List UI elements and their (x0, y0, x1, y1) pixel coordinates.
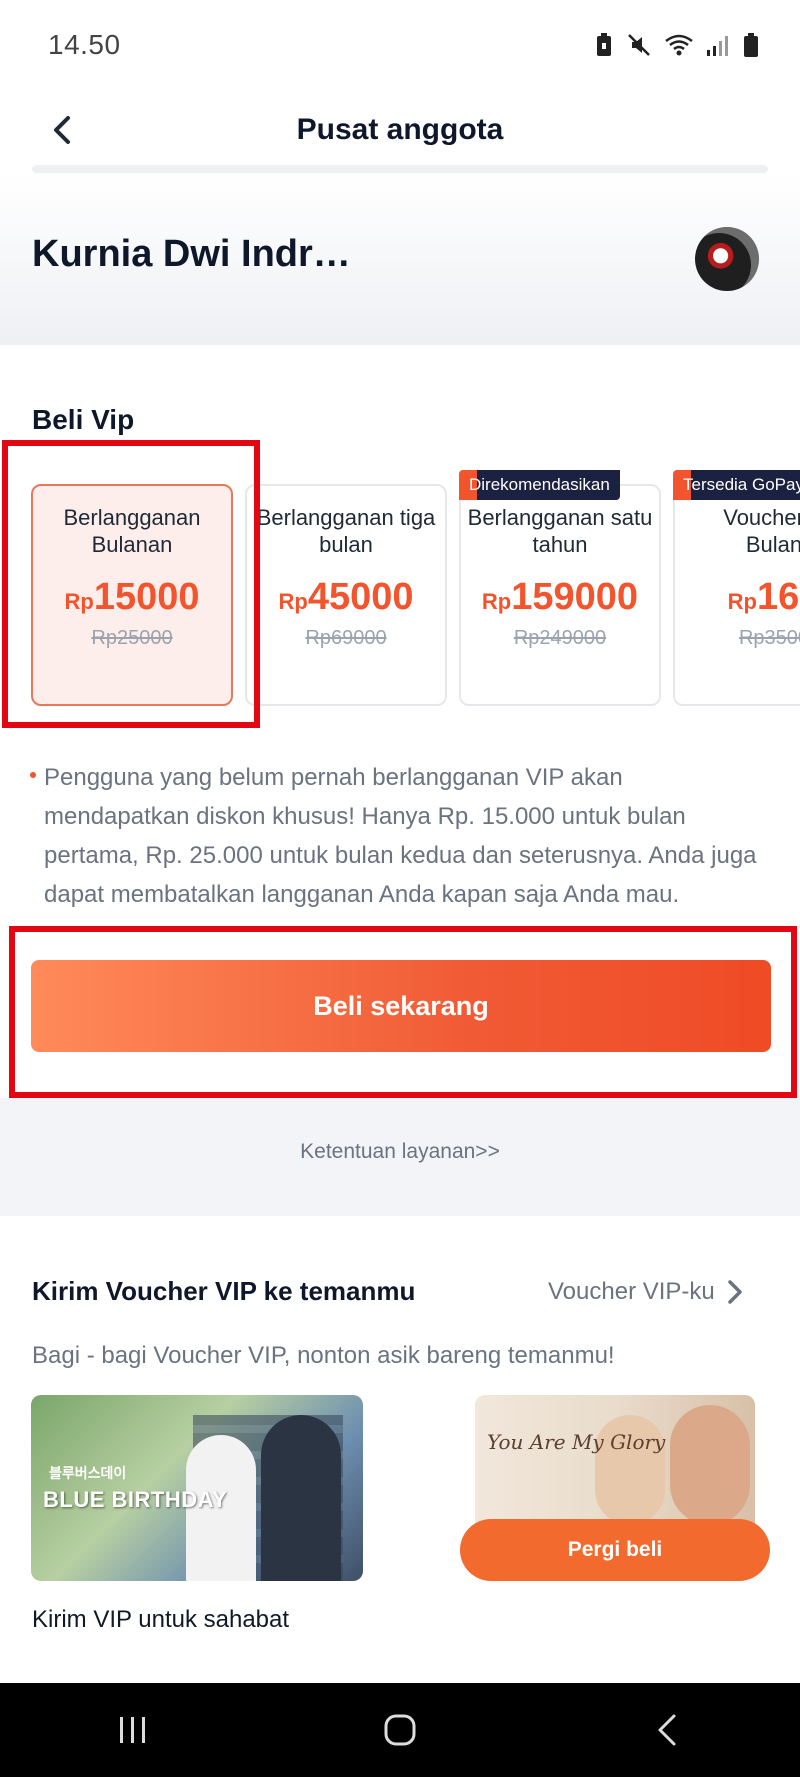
poster-title: You Are My Glory (487, 1430, 666, 1454)
promo-note: Pengguna yang belum pernah berlangganan … (44, 764, 757, 908)
battery-icon (744, 33, 758, 57)
plan-name: Berlangganan Bulanan (63, 505, 201, 557)
plan-price: Rp15000 (33, 576, 231, 619)
voucher-section-title: Kirim Voucher VIP ke temanmu (32, 1276, 416, 1306)
home-button[interactable] (360, 1700, 440, 1760)
back-button[interactable] (40, 108, 84, 152)
plan-price-value: 160 (756, 576, 800, 618)
terms-area: Ketentuan layanan>> (0, 1098, 800, 1216)
plan-card-three-months[interactable]: Berlangganan tiga bulan Rp45000 Rp69000 (245, 484, 447, 706)
gopay-badge: Tersedia GoPay (673, 470, 800, 500)
go-buy-button[interactable]: Pergi beli (460, 1519, 770, 1581)
signal-icon (707, 36, 728, 56)
plan-price: Rp159000 (461, 576, 659, 619)
plan-price: Rp160 (675, 576, 800, 619)
plan-name: Voucher V Bulan (723, 505, 800, 557)
plan-old-price: Rp69000 (305, 627, 387, 649)
status-time: 14.50 (48, 29, 121, 60)
you-are-my-glory-poster[interactable]: You Are My Glory (475, 1395, 755, 1535)
avatar[interactable] (695, 227, 759, 291)
send-vip-label: Kirim VIP untuk sahabat (32, 1606, 290, 1633)
my-voucher-link[interactable]: Voucher VIP-ku (548, 1278, 743, 1306)
plan-price-value: 15000 (93, 576, 200, 618)
voucher-subtitle: Bagi - bagi Voucher VIP, nonton asik bar… (32, 1342, 615, 1369)
status-icons (594, 32, 760, 58)
header-divider (32, 165, 768, 173)
terms-of-service-link[interactable]: Ketentuan layanan>> (0, 1140, 800, 1164)
recent-apps-icon (120, 1717, 146, 1743)
voucher-section: Kirim Voucher VIP ke temanmu Voucher VIP… (0, 1216, 800, 1683)
plan-name: Berlangganan tiga bulan (256, 505, 436, 557)
plan-currency: Rp (64, 589, 94, 614)
back-arrow-icon (658, 1714, 676, 1746)
plan-price-value: 159000 (511, 576, 639, 618)
recent-apps-button[interactable] (93, 1700, 173, 1760)
blue-birthday-poster[interactable]: 블루버스데이 BLUE BIRTHDAY (31, 1395, 363, 1581)
plan-price: Rp45000 (247, 576, 445, 619)
system-back-button[interactable] (627, 1700, 707, 1760)
status-bar: 14.50 (0, 0, 800, 90)
plan-card-voucher[interactable]: Voucher V Bulan Rp160 Rp3500 (673, 484, 800, 706)
poster-title: BLUE BIRTHDAY (43, 1487, 228, 1512)
plan-card-monthly[interactable]: Berlangganan Bulanan Rp15000 Rp25000 (31, 484, 233, 706)
poster-figure-right (261, 1415, 341, 1581)
plan-old-price: Rp3500 (738, 627, 800, 649)
plan-carousel[interactable]: Berlangganan Bulanan Rp15000 Rp25000 Ber… (0, 484, 800, 708)
username: Kurnia Dwi Indr… (32, 233, 351, 275)
poster-figure-right (670, 1405, 750, 1525)
poster-korean-title: 블루버스데이 (49, 1465, 127, 1481)
plan-old-price: Rp249000 (513, 627, 607, 649)
battery-saver-icon (597, 33, 611, 56)
wifi-icon (665, 34, 693, 56)
plan-old-price: Rp25000 (91, 627, 173, 649)
profile-section: Kurnia Dwi Indr… (0, 173, 800, 345)
recommended-badge: Direkomendasikan (459, 470, 620, 500)
vip-section-title: Beli Vip (32, 404, 135, 435)
plan-currency: Rp (727, 589, 757, 614)
app-bar: Pusat anggota (0, 90, 800, 170)
plan-currency: Rp (481, 589, 512, 614)
plan-card-yearly[interactable]: Berlangganan satu tahun Rp159000 Rp24900… (459, 484, 661, 706)
plan-name: Berlangganan satu tahun (467, 505, 653, 557)
buy-now-button[interactable]: Beli sekarang (31, 960, 771, 1052)
page-title: Pusat anggota (296, 113, 504, 146)
home-icon (384, 1714, 416, 1746)
my-voucher-label: Voucher VIP-ku (548, 1278, 715, 1305)
mute-icon (628, 34, 650, 56)
plan-currency: Rp (278, 589, 308, 614)
system-nav-bar (0, 1683, 800, 1777)
chevron-right-icon (728, 1280, 742, 1304)
plan-price-value: 45000 (307, 576, 414, 618)
chevron-left-icon (54, 116, 70, 144)
